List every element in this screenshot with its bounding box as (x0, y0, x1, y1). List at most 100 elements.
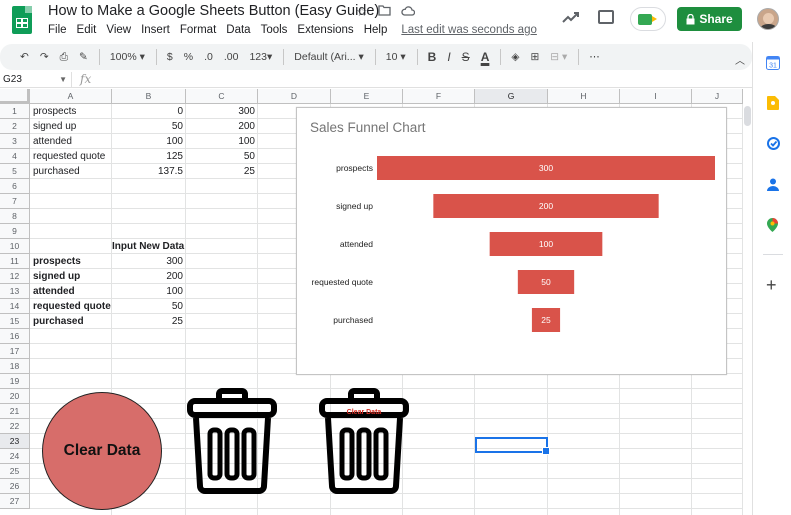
row-header-21[interactable]: 21 (0, 404, 30, 419)
column-header-b[interactable]: B (112, 89, 186, 104)
trash-can-icon[interactable] (186, 388, 278, 494)
row-header-14[interactable]: 14 (0, 299, 30, 314)
cell-offset[interactable]: 100 (112, 134, 186, 149)
column-header-g[interactable]: G (475, 89, 548, 104)
calendar-icon[interactable]: 31 (766, 56, 780, 70)
row-header-1[interactable]: 1 (0, 104, 30, 119)
column-header-e[interactable]: E (331, 89, 403, 104)
column-header-c[interactable]: C (186, 89, 258, 104)
menu-edit[interactable]: Edit (77, 24, 97, 36)
input-value[interactable]: 200 (112, 269, 186, 284)
cell-label[interactable]: signed up (30, 119, 112, 134)
row-header-18[interactable]: 18 (0, 359, 30, 374)
input-label[interactable]: attended (30, 284, 112, 299)
cell-value[interactable]: 25 (186, 164, 258, 179)
menu-extensions[interactable]: Extensions (297, 24, 353, 36)
input-label[interactable]: signed up (30, 269, 112, 284)
row-header-22[interactable]: 22 (0, 419, 30, 434)
undo-icon[interactable]: ↶ (20, 51, 29, 63)
meet-button[interactable] (630, 7, 666, 31)
menu-file[interactable]: File (48, 24, 67, 36)
column-header-a[interactable]: A (30, 89, 112, 104)
cell-label[interactable]: requested quote (30, 149, 112, 164)
tasks-icon[interactable] (767, 137, 780, 150)
input-new-data-header[interactable]: Input New Data (112, 239, 186, 254)
document-title[interactable]: How to Make a Google Sheets Button (Easy… (48, 3, 379, 19)
cell-offset[interactable]: 50 (112, 119, 186, 134)
vertical-scrollbar[interactable] (744, 106, 751, 126)
row-header-2[interactable]: 2 (0, 119, 30, 134)
row-header-20[interactable]: 20 (0, 389, 30, 404)
text-color-button[interactable]: A (481, 50, 490, 64)
input-label[interactable]: prospects (30, 254, 112, 269)
cell-label[interactable]: prospects (30, 104, 112, 119)
zoom-select[interactable]: 100% ▾ (110, 51, 145, 63)
number-format-select[interactable]: 123▾ (249, 51, 272, 63)
input-value[interactable]: 100 (112, 284, 186, 299)
spreadsheet-grid[interactable]: 27 26 25 24 23 22 21 20 19 18 17 16 15 14 13 12 11 10 9 8 7 6… (0, 89, 743, 515)
row-header-16[interactable]: 16 (0, 329, 30, 344)
bold-button[interactable]: B (428, 50, 437, 64)
user-avatar[interactable] (757, 8, 779, 30)
redo-icon[interactable]: ↷ (40, 51, 49, 63)
keep-icon[interactable] (767, 96, 779, 110)
row-header-6[interactable]: 6 (0, 179, 30, 194)
row-header-23[interactable]: 23 (0, 434, 30, 449)
cell-value[interactable]: 100 (186, 134, 258, 149)
input-label[interactable]: purchased (30, 314, 112, 329)
font-size-select[interactable]: 10 ▾ (386, 51, 406, 63)
name-box[interactable]: G23 ▼ (0, 72, 72, 88)
column-header-j[interactable]: J (692, 89, 743, 104)
trash-can-clear-data-icon[interactable] (318, 388, 410, 494)
row-header-9[interactable]: 9 (0, 224, 30, 239)
sheets-logo-icon[interactable] (12, 6, 32, 34)
menu-format[interactable]: Format (180, 24, 216, 36)
menu-help[interactable]: Help (364, 24, 388, 36)
row-header-8[interactable]: 8 (0, 209, 30, 224)
row-header-25[interactable]: 25 (0, 464, 30, 479)
percent-format-button[interactable]: % (184, 51, 193, 63)
more-options-button[interactable]: ⋯ (589, 51, 600, 63)
cell-value[interactable]: 50 (186, 149, 258, 164)
row-header-4[interactable]: 4 (0, 149, 30, 164)
cell-offset[interactable]: 0 (112, 104, 186, 119)
merge-cells-icon[interactable]: ⊟ ▾ (550, 51, 567, 63)
cell-value[interactable]: 200 (186, 119, 258, 134)
strikethrough-button[interactable]: S (462, 50, 470, 64)
maps-icon[interactable] (767, 218, 778, 232)
row-header-26[interactable]: 26 (0, 479, 30, 494)
contacts-icon[interactable] (767, 178, 779, 191)
row-header-3[interactable]: 3 (0, 134, 30, 149)
row-header-27[interactable]: 27 (0, 494, 30, 509)
activity-trend-icon[interactable] (562, 10, 580, 24)
row-header-12[interactable]: 12 (0, 269, 30, 284)
row-header-5[interactable]: 5 (0, 164, 30, 179)
font-select[interactable]: Default (Ari... ▾ (294, 51, 363, 63)
clear-data-circle-button[interactable]: Clear Data (42, 392, 162, 510)
cell-label[interactable]: attended (30, 134, 112, 149)
borders-icon[interactable]: ⊞ (530, 51, 539, 63)
italic-button[interactable]: I (447, 50, 450, 64)
row-header-19[interactable]: 19 (0, 374, 30, 389)
increase-decimal-button[interactable]: .00 (224, 51, 239, 63)
input-value[interactable]: 300 (112, 254, 186, 269)
comment-icon[interactable] (598, 10, 614, 24)
row-header-24[interactable]: 24 (0, 449, 30, 464)
input-value[interactable]: 50 (112, 299, 186, 314)
star-icon[interactable]: ☆ (356, 4, 368, 20)
fill-color-icon[interactable]: ◈ (511, 51, 519, 63)
selected-cell-g23[interactable] (475, 437, 550, 455)
currency-format-button[interactable]: $ (167, 51, 173, 63)
row-header-11[interactable]: 11 (0, 254, 30, 269)
column-header-d[interactable]: D (258, 89, 331, 104)
share-button[interactable]: Share (677, 7, 742, 31)
menu-data[interactable]: Data (226, 24, 250, 36)
cell-offset[interactable]: 137.5 (112, 164, 186, 179)
menu-view[interactable]: View (106, 24, 131, 36)
cell-offset[interactable]: 125 (112, 149, 186, 164)
row-header-15[interactable]: 15 (0, 314, 30, 329)
cloud-status-icon[interactable] (401, 4, 415, 20)
column-header-h[interactable]: H (548, 89, 620, 104)
decrease-decimal-button[interactable]: .0 (204, 51, 213, 63)
row-header-7[interactable]: 7 (0, 194, 30, 209)
